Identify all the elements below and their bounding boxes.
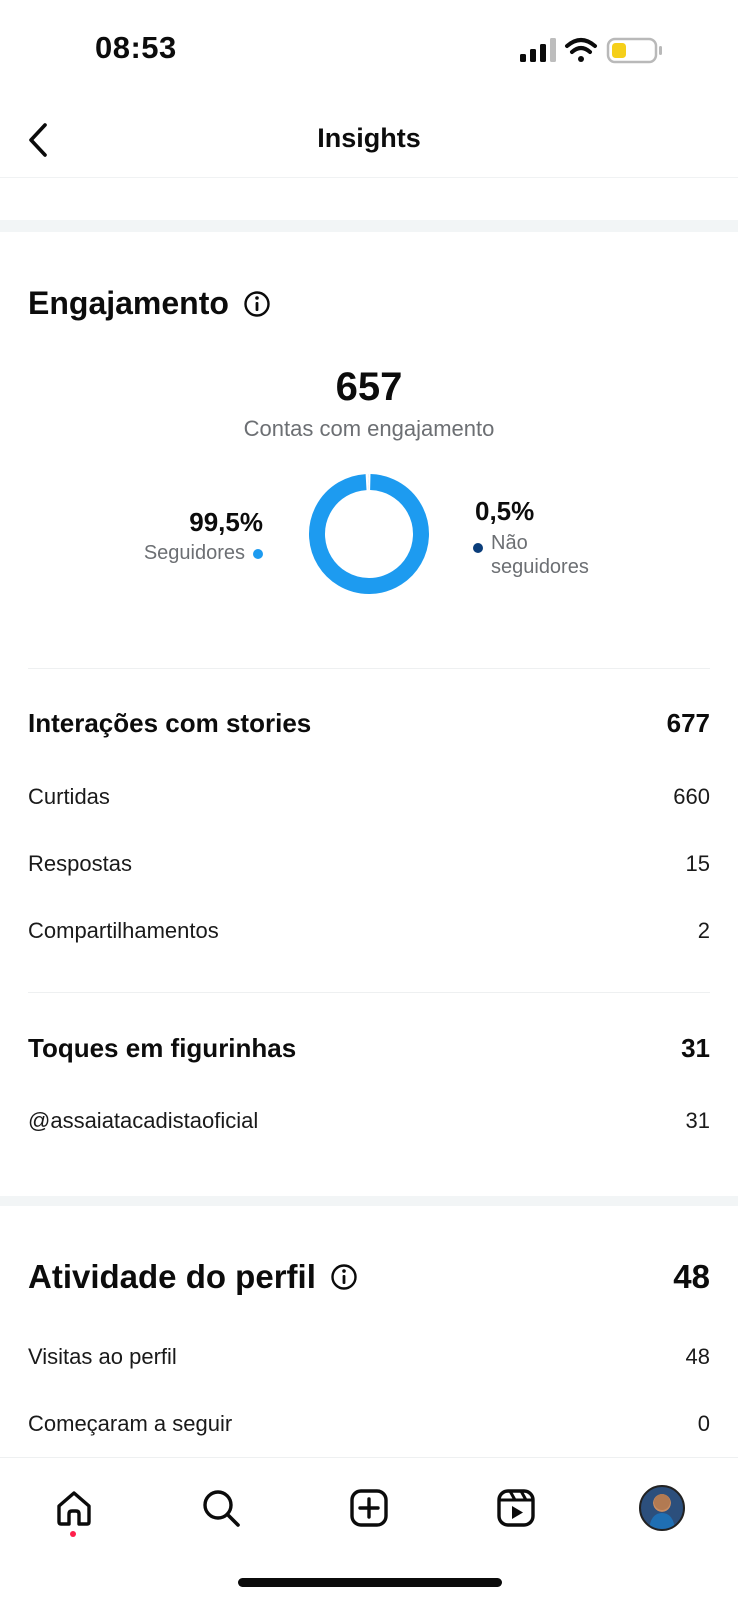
profile-avatar[interactable] bbox=[639, 1485, 685, 1531]
tab-search[interactable] bbox=[191, 1478, 251, 1538]
metric-label: Curtidas bbox=[28, 784, 110, 809]
info-icon[interactable] bbox=[243, 290, 271, 318]
list-item: Respostas 15 bbox=[28, 851, 710, 877]
create-icon bbox=[350, 1489, 388, 1527]
followers-percent: 99,5% bbox=[189, 507, 263, 537]
notification-dot bbox=[70, 1531, 76, 1537]
page-title: Insights bbox=[317, 123, 421, 153]
battery-icon bbox=[606, 37, 662, 64]
wifi-icon bbox=[565, 38, 597, 62]
profile-activity-total: 48 bbox=[673, 1258, 710, 1295]
divider bbox=[28, 668, 710, 669]
metric-value: 15 bbox=[685, 851, 710, 876]
legend-non-followers: 0,5% Não seguidores bbox=[473, 496, 611, 579]
sticker-taps-title: Toques em figurinhas bbox=[28, 1033, 297, 1063]
metric-value: 0 bbox=[697, 1411, 710, 1436]
story-interactions-total: 677 bbox=[666, 708, 710, 738]
story-interactions-title: Interações com stories bbox=[28, 708, 312, 738]
tab-create[interactable] bbox=[339, 1478, 399, 1538]
tab-profile[interactable] bbox=[632, 1478, 692, 1538]
metric-value: 2 bbox=[697, 918, 710, 943]
tab-reels[interactable] bbox=[486, 1478, 546, 1538]
list-item: @assaiatacadistaoficial 31 bbox=[28, 1108, 710, 1134]
navigation-bar: Insights bbox=[0, 100, 738, 178]
engaged-accounts-label: Contas com engajamento bbox=[243, 416, 495, 441]
status-time: 08:53 bbox=[95, 30, 177, 65]
non-followers-percent: 0,5% bbox=[475, 496, 535, 526]
home-icon bbox=[57, 1491, 91, 1526]
section-separator bbox=[0, 1196, 738, 1206]
donut-slice-followers bbox=[309, 474, 429, 594]
home-indicator bbox=[238, 1578, 502, 1587]
non-followers-color-dot bbox=[473, 543, 483, 553]
sticker-label: @assaiatacadistaoficial bbox=[28, 1108, 259, 1133]
legend-followers: 99,5% Seguidores bbox=[144, 507, 263, 565]
info-icon[interactable] bbox=[330, 1263, 358, 1291]
search-icon bbox=[203, 1490, 240, 1527]
engagement-donut-chart bbox=[309, 474, 429, 594]
engagement-title: Engajamento bbox=[28, 285, 271, 322]
metric-label: Compartilhamentos bbox=[28, 918, 219, 943]
status-icons bbox=[520, 34, 670, 73]
list-item: Começaram a seguir 0 bbox=[28, 1411, 710, 1437]
section-separator bbox=[0, 220, 738, 232]
reels-icon bbox=[497, 1489, 535, 1527]
profile-activity-header: Atividade do perfil 48 bbox=[28, 1258, 710, 1296]
non-followers-label: Não seguidores bbox=[491, 532, 589, 578]
list-item: Compartilhamentos 2 bbox=[28, 918, 710, 944]
metric-value: 48 bbox=[685, 1344, 710, 1369]
list-item: Visitas ao perfil 48 bbox=[28, 1344, 710, 1370]
divider bbox=[28, 992, 710, 993]
avatar-image bbox=[649, 1494, 675, 1529]
followers-label: Seguidores bbox=[143, 542, 245, 564]
followers-color-dot bbox=[253, 548, 263, 559]
status-bar: 08:53 bbox=[0, 0, 738, 100]
metric-label: Visitas ao perfil bbox=[28, 1344, 177, 1369]
sticker-taps-header: Toques em figurinhas 31 bbox=[28, 1033, 710, 1064]
profile-activity-title: Atividade do perfil bbox=[28, 1258, 316, 1295]
metric-label: Começaram a seguir bbox=[28, 1411, 233, 1436]
sticker-taps-total: 31 bbox=[681, 1033, 710, 1063]
list-item: Curtidas 660 bbox=[28, 784, 710, 810]
sticker-value: 31 bbox=[685, 1108, 710, 1133]
tab-home[interactable] bbox=[44, 1478, 104, 1538]
engagement-title-text: Engajamento bbox=[28, 285, 229, 321]
metric-value: 660 bbox=[673, 784, 710, 809]
metric-label: Respostas bbox=[28, 851, 132, 876]
story-interactions-header: Interações com stories 677 bbox=[28, 708, 710, 739]
engaged-accounts-total: 657 bbox=[335, 365, 403, 409]
cellular-signal-icon bbox=[520, 38, 556, 62]
